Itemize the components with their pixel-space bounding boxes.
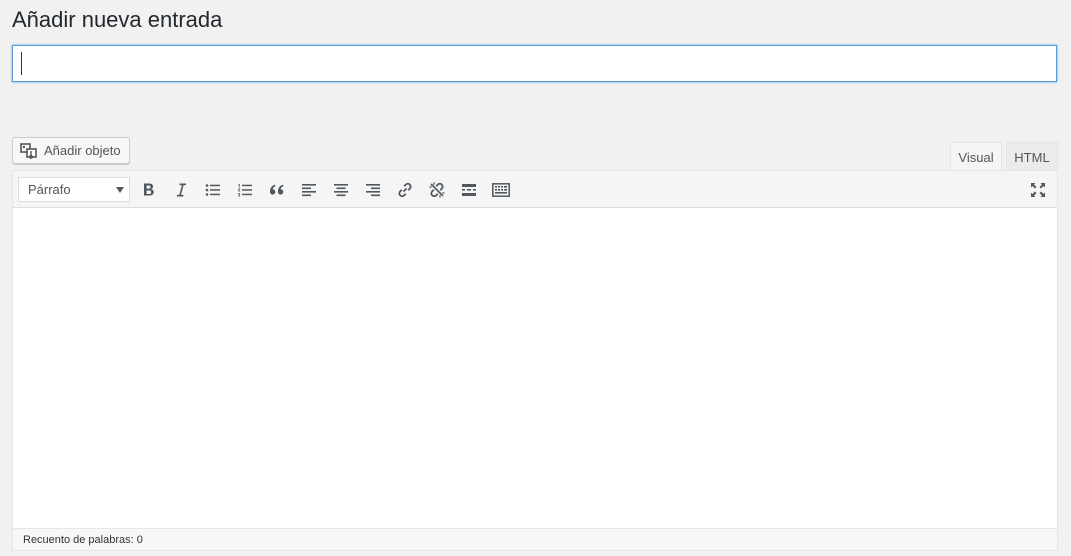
numbered-list-icon: [237, 183, 252, 197]
editor-content-area[interactable]: [13, 208, 1057, 529]
remove-link-button[interactable]: [424, 177, 450, 202]
add-media-label: Añadir objeto: [44, 143, 121, 158]
post-title-input[interactable]: [12, 45, 1057, 82]
editor-toolbar: Párrafo: [13, 171, 1057, 208]
format-select-value: Párrafo: [28, 182, 71, 197]
page-title: Añadir nueva entrada: [12, 7, 223, 32]
fullscreen-button[interactable]: [1025, 177, 1051, 202]
blockquote-button[interactable]: [264, 177, 290, 202]
align-center-button[interactable]: [328, 177, 354, 202]
read-more-icon: [462, 183, 476, 196]
align-right-icon: [366, 183, 380, 196]
insert-link-button[interactable]: [392, 177, 418, 202]
chevron-down-icon: [116, 187, 124, 193]
tab-html[interactable]: HTML: [1006, 142, 1058, 171]
word-count: Recuento de palabras: 0: [23, 533, 143, 546]
media-icon: [20, 142, 38, 159]
bullet-list-icon: [205, 183, 220, 196]
text-cursor: [21, 52, 22, 75]
italic-icon: [176, 183, 186, 196]
add-media-button[interactable]: Añadir objeto: [12, 137, 130, 164]
align-left-button[interactable]: [296, 177, 322, 202]
bold-icon: [144, 183, 154, 195]
editor-status-bar: Recuento de palabras: 0: [13, 528, 1057, 550]
read-more-button[interactable]: [456, 177, 482, 202]
align-left-icon: [302, 183, 316, 196]
blockquote-icon: [270, 184, 284, 195]
unlink-icon: [429, 182, 445, 197]
tab-visual[interactable]: Visual: [950, 142, 1002, 171]
italic-button[interactable]: [168, 177, 194, 202]
numbered-list-button[interactable]: [232, 177, 258, 202]
align-center-icon: [334, 183, 348, 196]
bullet-list-button[interactable]: [200, 177, 226, 202]
keyboard-icon: [492, 182, 510, 197]
format-select[interactable]: Párrafo: [18, 177, 130, 202]
align-right-button[interactable]: [360, 177, 386, 202]
toolbar-toggle-button[interactable]: [488, 177, 514, 202]
bold-button[interactable]: [136, 177, 162, 202]
link-icon: [398, 182, 412, 197]
fullscreen-icon: [1031, 182, 1045, 197]
post-editor: Párrafo Recuento de palabras: 0: [12, 170, 1058, 551]
